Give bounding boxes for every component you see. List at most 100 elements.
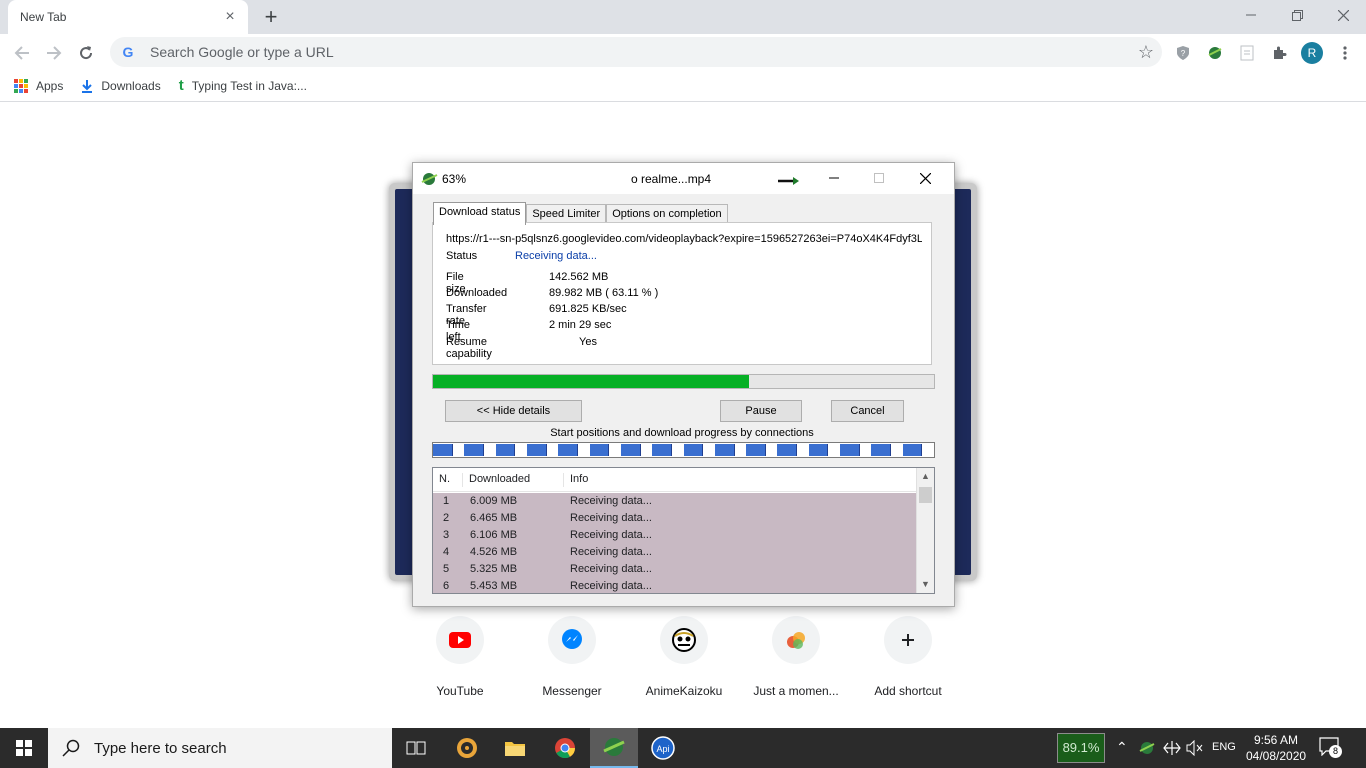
windows-taskbar: Type here to search Api 89.1% ⌃ ENG 9:56… (0, 728, 1366, 768)
connection-segment (652, 444, 672, 456)
status-value: Receiving data... (515, 250, 597, 262)
taskbar-media-app[interactable] (443, 728, 491, 768)
dialog-maximize-button[interactable] (856, 163, 902, 193)
new-tab-button[interactable]: + (258, 4, 284, 30)
chevron-up-icon[interactable]: ⌃ (1116, 739, 1128, 756)
dialog-title-percent: 63% (442, 172, 467, 186)
page-extension-icon[interactable] (1234, 40, 1260, 66)
network-icon[interactable] (1162, 739, 1182, 757)
bookmark-label: Apps (36, 78, 64, 93)
column-header-n[interactable]: N. (433, 473, 462, 487)
resume-value: Yes (579, 336, 597, 348)
back-button[interactable] (9, 40, 35, 66)
tab-new-tab[interactable]: New Tab × (8, 0, 248, 34)
close-icon[interactable]: × (222, 9, 238, 25)
taskbar-idm[interactable] (590, 728, 638, 768)
start-button[interactable] (0, 728, 48, 768)
shortcut-label: Add shortcut (874, 684, 942, 698)
reload-button[interactable] (73, 40, 99, 66)
notification-center-button[interactable]: 8 (1318, 736, 1348, 760)
taskbar-file-explorer[interactable] (491, 728, 539, 768)
cell-info: Receiving data... (570, 546, 652, 558)
connection-segment (683, 444, 704, 456)
cell-downloaded: 6.465 MB (470, 512, 518, 524)
bookmark-downloads[interactable]: Downloads (81, 78, 161, 93)
performance-meter[interactable]: 89.1% (1057, 733, 1105, 763)
downloaded-label: Downloaded (446, 287, 508, 299)
shortcut-label: YouTube (436, 684, 484, 698)
list-scrollbar[interactable]: ▲ ▼ (916, 468, 934, 593)
shortcut-youtube[interactable]: YouTube (404, 616, 516, 698)
table-row[interactable]: 4 4.526 MB Receiving data... (433, 544, 916, 561)
table-row[interactable]: 2 6.465 MB Receiving data... (433, 510, 916, 527)
downloaded-value: 89.982 MB ( 63.11 % ) (549, 287, 659, 299)
volume-muted-icon[interactable] (1186, 740, 1204, 756)
download-url: https://r1---sn-p5qlsnz6.googlevideo.com… (446, 233, 922, 245)
download-icon (82, 79, 93, 93)
forward-button[interactable] (41, 40, 67, 66)
cancel-button[interactable]: Cancel (831, 400, 904, 422)
profile-avatar[interactable]: R (1299, 40, 1325, 66)
clock-date[interactable]: 04/08/2020 (1246, 749, 1306, 763)
cell-n: 4 (443, 546, 450, 558)
connection-segment (589, 444, 610, 456)
table-row[interactable]: 6 5.453 MB Receiving data... (433, 578, 916, 593)
taskbar-chrome[interactable] (541, 728, 589, 768)
table-row[interactable]: 3 6.106 MB Receiving data... (433, 527, 916, 544)
download-status-panel: https://r1---sn-p5qlsnz6.googlevideo.com… (432, 222, 932, 365)
bookmark-star-icon[interactable]: ☆ (1138, 42, 1154, 63)
omnibox[interactable]: G ☆ (110, 37, 1162, 67)
browser-toolbar: G ☆ ? R (0, 34, 1366, 70)
column-header-info[interactable]: Info (563, 473, 916, 487)
dialog-titlebar[interactable]: 63% o realme...mp4 (413, 163, 954, 194)
cell-n: 3 (443, 529, 450, 541)
bookmark-typing-test[interactable]: t Typing Test in Java:... (179, 77, 307, 94)
taskbar-app-extra[interactable]: Api (639, 728, 687, 768)
tab-download-status[interactable]: Download status (433, 202, 527, 225)
connection-segment (495, 444, 516, 456)
pause-button[interactable]: Pause (720, 400, 802, 422)
idm-extension-icon[interactable] (1202, 40, 1228, 66)
shield-extension-icon[interactable]: ? (1170, 40, 1196, 66)
dialog-close-button[interactable] (902, 163, 948, 193)
scroll-up-icon[interactable]: ▲ (917, 468, 934, 485)
minimize-icon (829, 177, 839, 179)
cell-downloaded: 6.106 MB (470, 529, 518, 541)
task-view-button[interactable] (392, 728, 440, 768)
minimize-button[interactable] (1228, 0, 1274, 30)
dialog-minimize-button[interactable] (811, 163, 857, 193)
table-row[interactable]: 1 6.009 MB Receiving data... (433, 493, 916, 510)
scroll-down-icon[interactable]: ▼ (917, 576, 934, 593)
table-row[interactable]: 5 5.325 MB Receiving data... (433, 561, 916, 578)
close-window-button[interactable] (1320, 0, 1366, 30)
restore-button[interactable] (1274, 0, 1320, 30)
status-label: Status (446, 250, 478, 262)
bookmark-label: Typing Test in Java:... (191, 78, 307, 93)
chrome-menu-button[interactable] (1332, 40, 1358, 66)
forward-arrow-icon (47, 46, 62, 60)
shortcut-add[interactable]: Add shortcut (852, 616, 964, 698)
task-view-icon (406, 741, 426, 755)
just-a-moment-icon (772, 616, 820, 664)
shortcut-messenger[interactable]: Messenger (516, 616, 628, 698)
bookmark-apps[interactable]: Apps (14, 78, 64, 93)
clock-time[interactable]: 9:56 AM (1248, 733, 1304, 747)
column-header-downloaded[interactable]: Downloaded (462, 473, 563, 487)
shortcut-label: Just a momen... (753, 684, 839, 698)
media-player-icon (457, 738, 477, 758)
hide-details-button[interactable]: << Hide details (445, 400, 582, 422)
connections-progress-bar (432, 442, 935, 458)
shortcut-just-a-moment[interactable]: Just a momen... (740, 616, 852, 698)
address-input[interactable] (150, 44, 1050, 60)
scroll-thumb[interactable] (919, 487, 932, 503)
language-indicator[interactable]: ENG (1212, 741, 1236, 753)
connections-list[interactable]: N. Downloaded Info 1 6.009 MB Receiving da… (432, 467, 935, 594)
cell-info: Receiving data... (570, 495, 652, 507)
idm-tray-icon[interactable] (1138, 740, 1156, 756)
bookmark-label: Downloads (101, 78, 161, 93)
shortcut-animekaizoku[interactable]: AnimeKaizoku (628, 616, 740, 698)
connection-segment (902, 444, 923, 456)
idm-logo-icon (603, 738, 625, 756)
taskbar-search[interactable]: Type here to search (48, 728, 392, 768)
extensions-puzzle-icon[interactable] (1266, 40, 1292, 66)
